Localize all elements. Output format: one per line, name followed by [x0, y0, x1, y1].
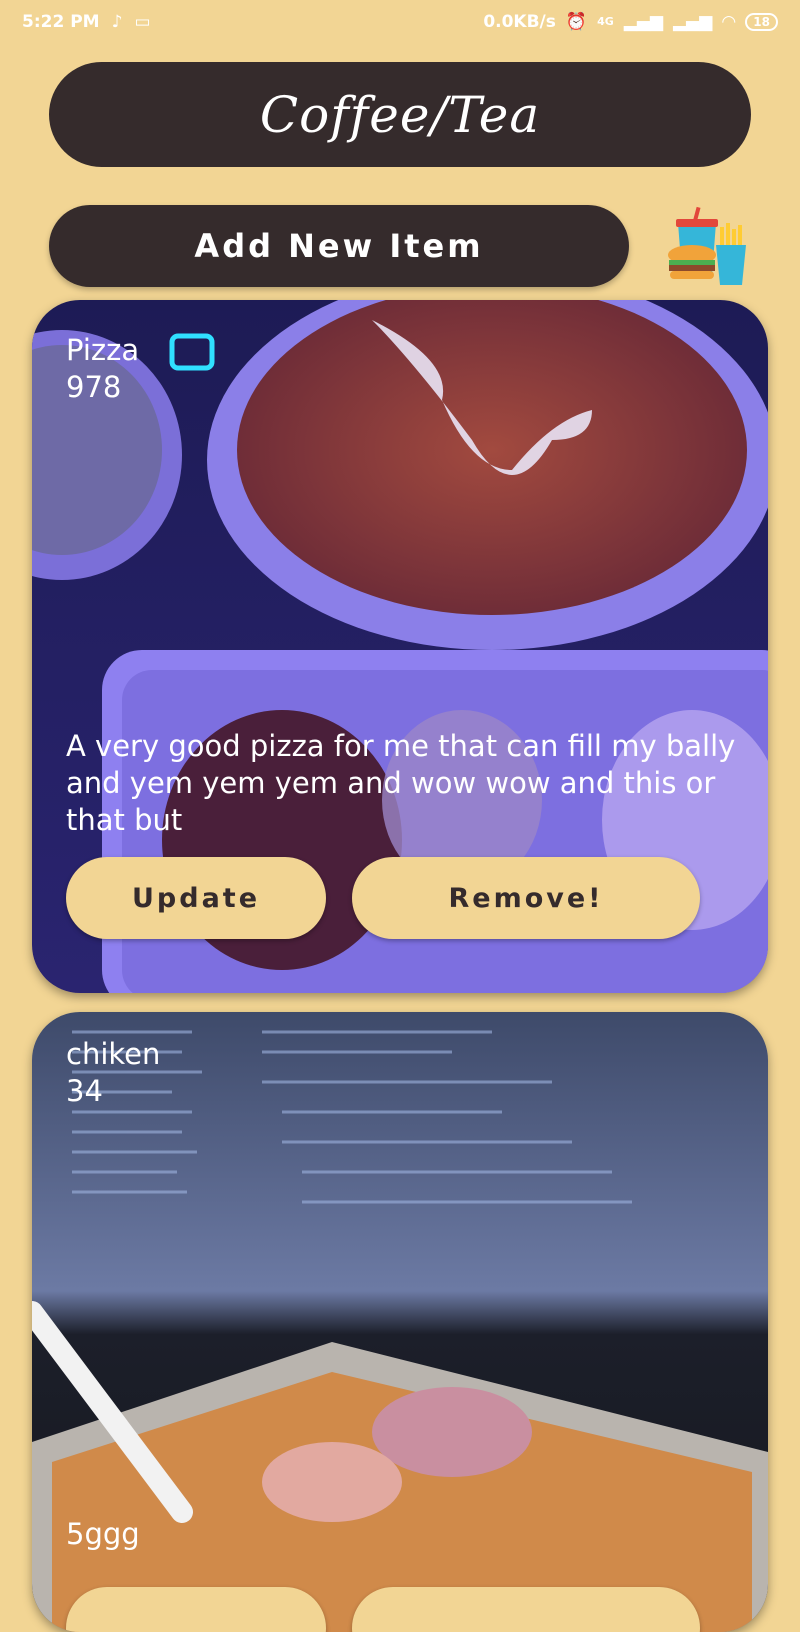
network-type: 4G	[597, 15, 614, 28]
signal-icon-2: ▂▄▆	[672, 12, 713, 32]
item-card[interactable]: Pizza 978 A very good pizza for me that …	[32, 300, 768, 993]
item-card[interactable]: chiken 34 5ggg	[32, 1012, 768, 1632]
status-bar: 5:22 PM ♪ ▭ 0.0KB/s ⏰ 4G ▂▄▆ ▂▄▆ ◠ 18	[0, 0, 800, 48]
alarm-icon: ⏰	[565, 12, 588, 32]
net-speed: 0.0KB/s	[483, 12, 556, 32]
signal-icon: ▂▄▆	[623, 12, 663, 32]
header-title-bar: Coffee/Tea	[49, 62, 751, 167]
cast-icon: ▭	[134, 12, 151, 32]
page-title: Coffee/Tea	[259, 85, 541, 144]
status-time: 5:22 PM	[22, 12, 100, 32]
wifi-icon: ◠	[722, 12, 736, 32]
item-name: chiken	[66, 1037, 161, 1071]
update-button[interactable]: Update	[66, 857, 326, 939]
remove-button[interactable]	[352, 1587, 700, 1632]
update-button[interactable]	[66, 1587, 326, 1632]
item-price: 978	[66, 370, 122, 404]
item-description: 5ggg	[66, 1517, 140, 1551]
tiktok-icon: ♪	[111, 12, 123, 32]
fast-food-icon[interactable]	[664, 205, 748, 289]
add-new-item-button[interactable]: Add New Item	[49, 205, 629, 287]
battery-icon: 18	[745, 13, 778, 31]
item-description: A very good pizza for me that can fill m…	[66, 729, 736, 837]
remove-button[interactable]: Remove!	[352, 857, 700, 939]
item-name: Pizza	[66, 333, 140, 367]
item-price: 34	[66, 1074, 103, 1108]
